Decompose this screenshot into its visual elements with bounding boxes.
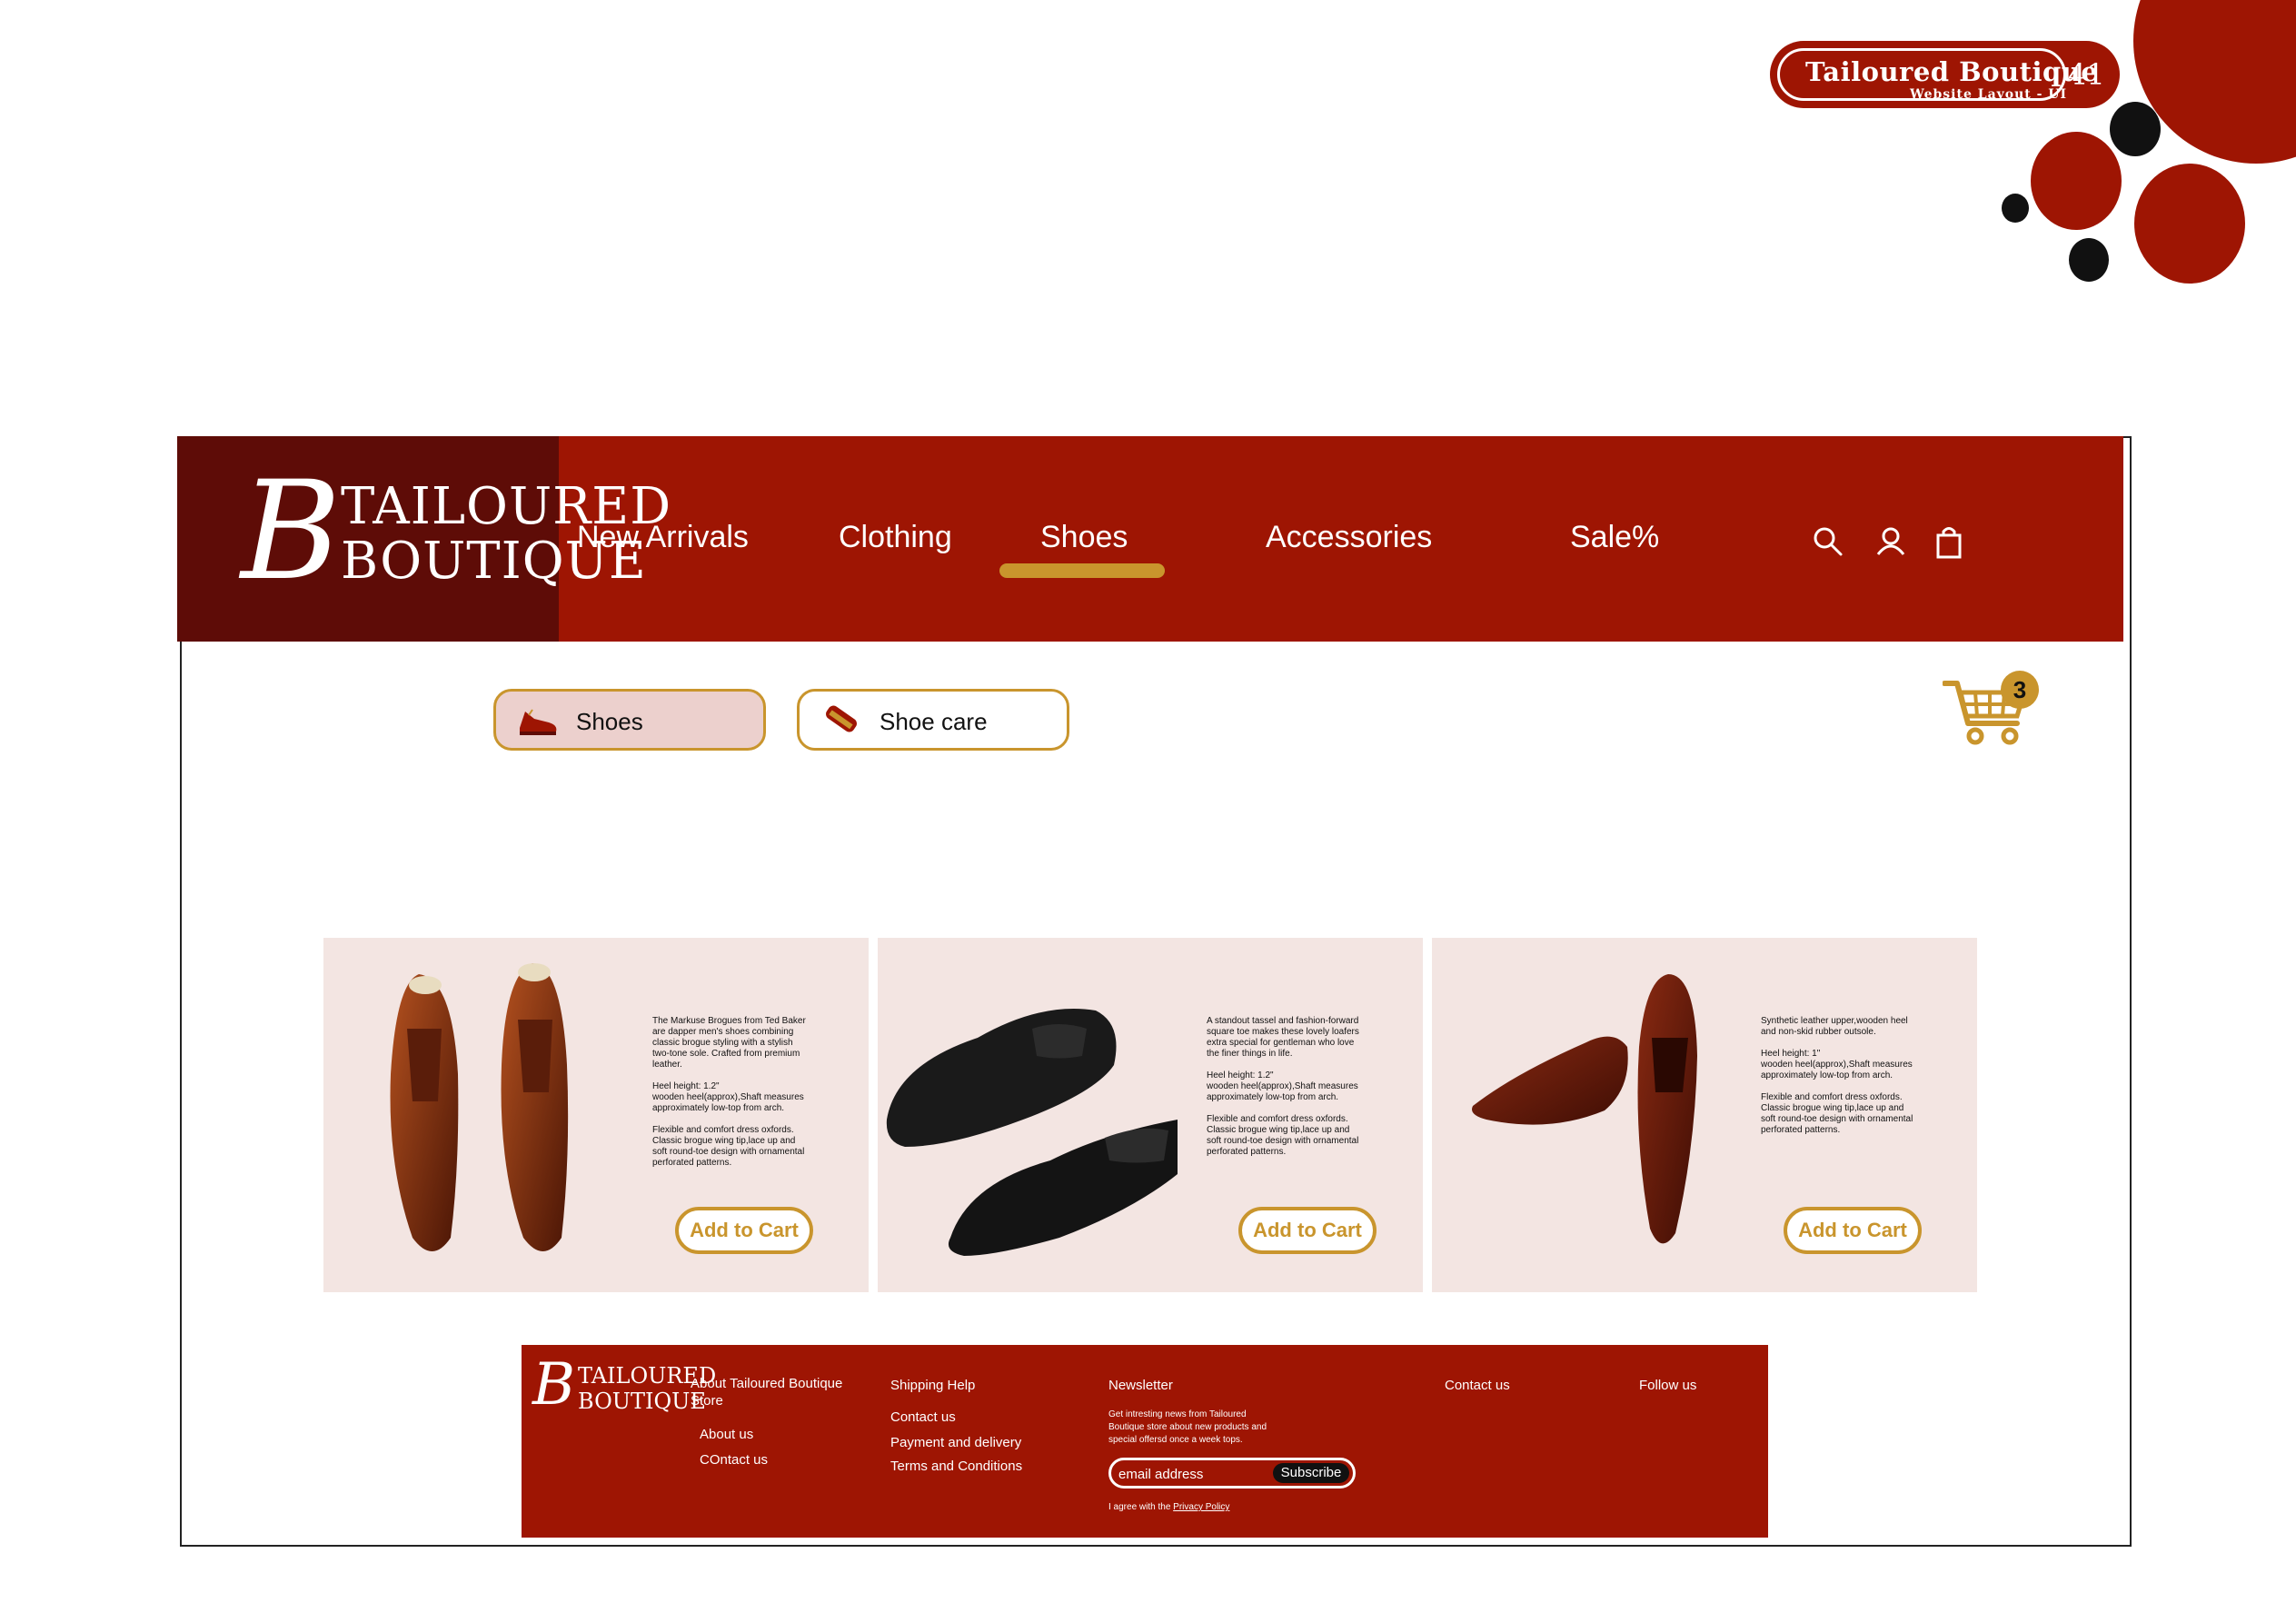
footer-link-contact-us[interactable]: COntact us [700, 1452, 768, 1468]
nav-clothing[interactable]: Clothing [839, 520, 952, 555]
decor-circle [2031, 132, 2122, 230]
nav-sale[interactable]: Sale% [1570, 520, 1659, 555]
doc-title-badge: Tailoured Boutique Website Layout - UI 4… [1770, 41, 2120, 108]
brand-logo[interactable]: B TAILOURED BOUTIQUE [177, 436, 671, 642]
privacy-agree: I agree with the Privacy Policy [1108, 1501, 1229, 1514]
newsletter-form: Subscribe [1108, 1458, 1356, 1489]
add-to-cart-button[interactable]: Add to Cart [1238, 1207, 1377, 1254]
decor-circle [2002, 194, 2029, 223]
search-icon[interactable] [1810, 523, 1846, 560]
footer-link-terms[interactable]: Terms and Conditions [890, 1459, 1022, 1474]
category-shoe-care[interactable]: Shoe care [797, 689, 1069, 751]
email-field[interactable] [1118, 1463, 1264, 1485]
decor-circle [2134, 164, 2245, 284]
add-to-cart-button[interactable]: Add to Cart [1784, 1207, 1922, 1254]
footer-logo-line-2: BOUTIQUE [578, 1389, 706, 1414]
doc-subtitle: Website Layout - UI [1910, 87, 2068, 102]
category-shoes[interactable]: Shoes [493, 689, 766, 751]
footer-link-contact[interactable]: Contact us [890, 1409, 956, 1425]
footer-follow-heading: Follow us [1639, 1378, 1697, 1393]
product-image-brogues [390, 963, 569, 1251]
product-image-black-wingtips [886, 1009, 1178, 1256]
page-number: 41 [2068, 57, 2105, 92]
subscribe-button[interactable]: Subscribe [1273, 1463, 1349, 1483]
top-navigation: B TAILOURED BOUTIQUE New Arrivals Clothi… [177, 436, 2123, 642]
doc-title-frame: Tailoured Boutique Website Layout - UI [1777, 48, 2098, 102]
product-description: The Markuse Brogues from Ted Baker are d… [652, 1016, 806, 1168]
footer-newsletter-heading: Newsletter [1108, 1378, 1173, 1393]
footer-shipping-heading: Shipping Help [890, 1378, 976, 1393]
category-label: Shoe care [880, 708, 988, 735]
footer-contact-heading: Contact us [1445, 1378, 1510, 1393]
nav-new-arrivals[interactable]: New Arrivals [577, 520, 749, 555]
doc-title: Tailoured Boutique [1805, 56, 2099, 87]
product-description: Synthetic leather upper,wooden heel and … [1761, 1016, 1913, 1135]
footer-about-heading-line-2: Store [691, 1393, 723, 1409]
privacy-policy-link[interactable]: Privacy Policy [1173, 1502, 1229, 1512]
logo-monogram: B [241, 453, 342, 611]
cart-count-badge: 3 [2001, 671, 2039, 709]
product-description: A standout tassel and fashion-forward sq… [1207, 1016, 1359, 1157]
product-card[interactable]: A standout tassel and fashion-forward sq… [878, 938, 1423, 1292]
footer-about-heading: About Tailoured Boutique [691, 1376, 843, 1391]
shopping-bag-icon[interactable] [1931, 523, 1967, 560]
footer-logo-monogram: B [532, 1351, 576, 1419]
nav-active-indicator [999, 563, 1165, 578]
product-card[interactable]: The Markuse Brogues from Ted Baker are d… [323, 938, 869, 1292]
decor-circle [2069, 238, 2109, 282]
decor-circle [2110, 102, 2161, 156]
product-card[interactable]: Synthetic leather upper,wooden heel and … [1432, 938, 1977, 1292]
product-image-oxfords [1472, 974, 1697, 1244]
shoe-icon [520, 709, 557, 735]
shoe-brush-icon [826, 705, 857, 732]
privacy-agree-text: I agree with the [1108, 1502, 1171, 1512]
site-footer: B TAILOURED BOUTIQUE About Tailoured Bou… [522, 1345, 1768, 1538]
footer-newsletter-text: Get intresting news from Tailoured Bouti… [1108, 1409, 1267, 1445]
nav-shoes[interactable]: Shoes [1040, 520, 1128, 555]
nav-accessories[interactable]: Accessories [1266, 520, 1432, 555]
add-to-cart-button[interactable]: Add to Cart [675, 1207, 813, 1254]
category-label: Shoes [576, 708, 643, 735]
footer-link-about-us[interactable]: About us [700, 1427, 753, 1442]
footer-link-payment[interactable]: Payment and delivery [890, 1435, 1021, 1450]
user-icon[interactable] [1873, 523, 1909, 560]
